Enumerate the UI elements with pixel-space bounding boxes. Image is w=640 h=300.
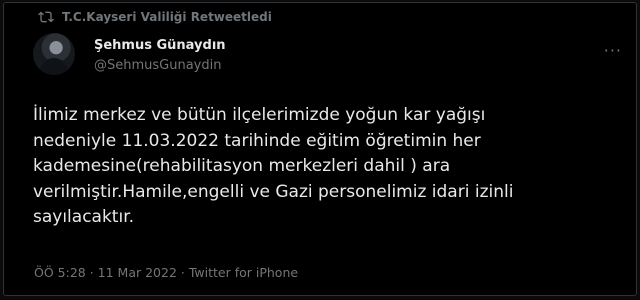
avatar[interactable] (33, 33, 75, 75)
tweet-text: İlimiz merkez ve bütün ilçelerimizde yoğ… (33, 105, 514, 227)
avatar-shoulders (40, 58, 68, 75)
tweet-meta: ÖÖ 5:28 · 11 Mar 2022 · Twitter for iPho… (34, 265, 298, 280)
retweet-label: T.C.Kayseri Valiliği Retweetledi (62, 10, 272, 24)
tweet-card: T.C.Kayseri Valiliği Retweetledi Şehmus … (3, 2, 637, 296)
meta-separator: · (176, 265, 189, 280)
author-handle[interactable]: @SehmusGunaydin (94, 58, 221, 73)
tweet-date[interactable]: 11 Mar 2022 (98, 265, 177, 280)
author-name[interactable]: Şehmus Günaydın (94, 38, 226, 53)
more-icon[interactable]: ··· (604, 41, 622, 60)
retweet-icon (38, 11, 54, 23)
tweet-source[interactable]: Twitter for iPhone (189, 265, 298, 280)
retweet-context[interactable]: T.C.Kayseri Valiliği Retweetledi (38, 8, 272, 26)
tweet-time[interactable]: ÖÖ 5:28 (34, 265, 86, 280)
meta-separator: · (85, 265, 98, 280)
